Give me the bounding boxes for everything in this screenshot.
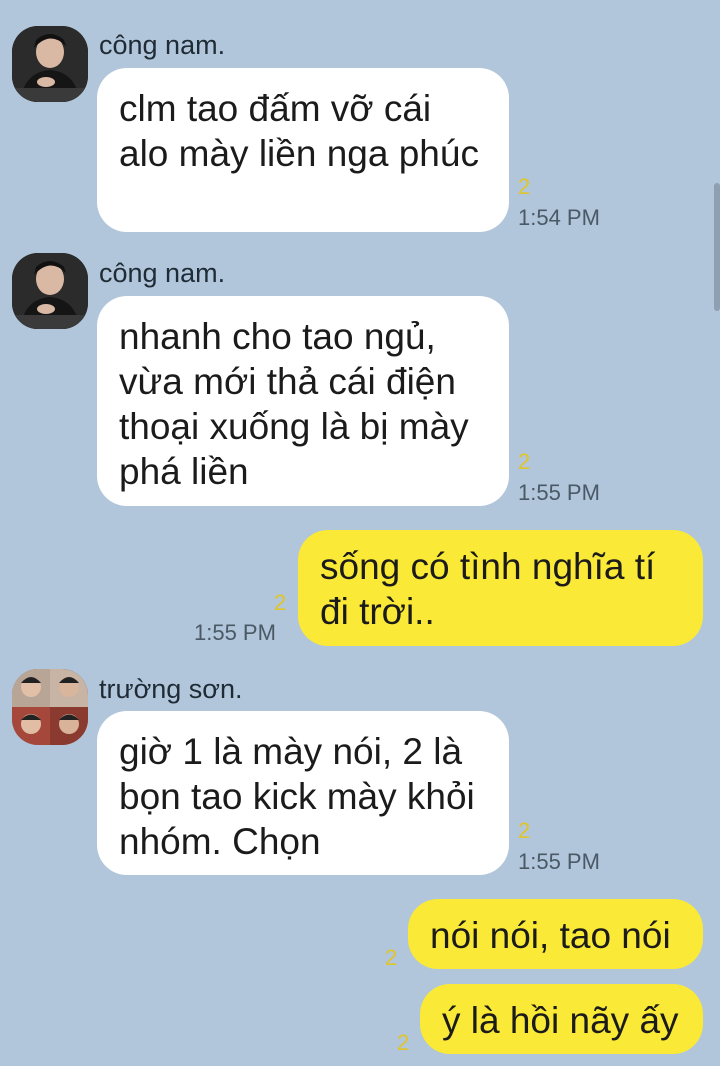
- group-photo-icon: [12, 669, 88, 745]
- read-count: 2: [518, 818, 531, 843]
- read-count: 2: [397, 1030, 410, 1055]
- incoming-message-bubble[interactable]: nhanh cho tao ngủ, vừa mới thả cái điện …: [97, 296, 509, 506]
- sender-name: công nam.: [99, 30, 226, 60]
- read-count: 2: [518, 174, 531, 199]
- read-count: 2: [518, 449, 531, 474]
- avatar-truong-son[interactable]: [12, 669, 88, 745]
- outgoing-message-bubble[interactable]: ý là hồi nãy ấy: [420, 984, 703, 1054]
- incoming-message-bubble[interactable]: clm tao đấm vỡ cái alo mày liền nga phúc: [97, 68, 509, 232]
- message-time: 1:55 PM: [518, 480, 600, 505]
- read-count: 2: [274, 590, 287, 615]
- person-icon: [12, 253, 88, 329]
- read-count: 2: [385, 945, 398, 970]
- sender-name: công nam.: [99, 258, 226, 288]
- message-time: 1:55 PM: [518, 849, 600, 874]
- person-icon: [12, 26, 88, 102]
- avatar-cong-nam[interactable]: [12, 253, 88, 329]
- avatar-cong-nam[interactable]: [12, 26, 88, 102]
- outgoing-message-bubble[interactable]: sống có tình nghĩa tí đi trời..: [298, 530, 703, 646]
- scrollbar[interactable]: [714, 183, 720, 311]
- chat-screen: { "messages": [ {"sender": "công nam.", …: [0, 0, 720, 1066]
- outgoing-message-bubble[interactable]: nói nói, tao nói: [408, 899, 703, 969]
- incoming-message-bubble[interactable]: giờ 1 là mày nói, 2 là bọn tao kick mày …: [97, 711, 509, 875]
- message-time: 1:55 PM: [194, 620, 276, 645]
- sender-name: trường sơn.: [99, 674, 243, 704]
- message-time: 1:54 PM: [518, 205, 600, 230]
